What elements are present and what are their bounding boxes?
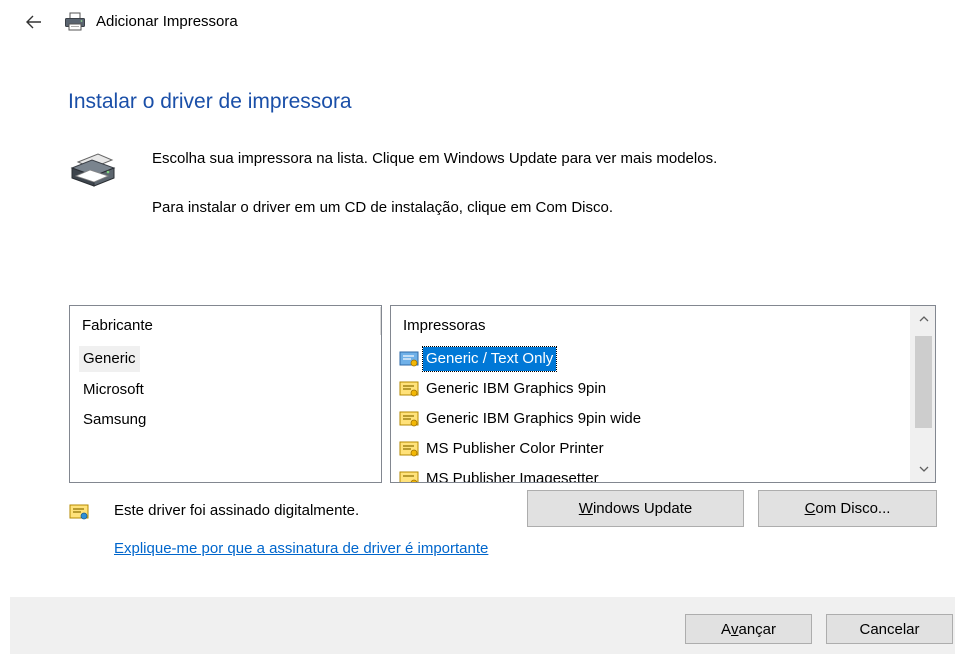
column-divider — [380, 307, 381, 335]
manufacturer-column-header[interactable]: Fabricante — [82, 317, 153, 334]
windows-update-button[interactable]: Windows Update — [527, 490, 744, 527]
printer-item-ms-publisher-color[interactable]: MS Publisher Color Printer — [399, 436, 607, 462]
printer-item-ibm-9pin[interactable]: Generic IBM Graphics 9pin — [399, 376, 609, 402]
printer-item-label: MS Publisher Imagesetter — [426, 470, 599, 483]
printer-item-ms-publisher-imagesetter[interactable]: MS Publisher Imagesetter — [399, 466, 602, 483]
window-title: Adicionar Impressora — [96, 13, 238, 30]
next-button[interactable]: Av ançar — [685, 614, 812, 644]
title-bar: Adicionar Impressora — [0, 0, 955, 44]
cancel-button[interactable]: Cancelar — [826, 614, 953, 644]
printer-item-label: Generic IBM Graphics 9pin wide — [426, 410, 642, 427]
signed-driver-icon — [399, 381, 419, 397]
back-button[interactable] — [22, 10, 46, 34]
button-label: ançar — [738, 620, 777, 638]
signed-driver-icon — [69, 504, 89, 520]
button-mnemonic: C — [804, 500, 816, 517]
chevron-up-icon — [919, 316, 928, 322]
button-mnemonic: v — [730, 620, 739, 638]
manufacturer-item-samsung[interactable]: Samsung — [79, 407, 150, 433]
manufacturer-item-generic[interactable]: Generic — [79, 346, 140, 372]
driver-signing-info-link[interactable]: Explique-me por que a assinatura de driv… — [114, 540, 488, 557]
scroll-down-button[interactable] — [911, 456, 935, 482]
printer-item-label: Generic / Text Only — [421, 346, 558, 372]
printer-column-header[interactable]: Impressoras — [403, 317, 486, 334]
instruction-text: Escolha sua impressora na lista. Clique … — [152, 150, 718, 167]
driver-signed-status: Este driver foi assinado digitalmente. — [114, 502, 360, 519]
manufacturer-list[interactable]: Fabricante Generic Microsoft Samsung — [69, 305, 382, 483]
scroll-up-button[interactable] — [911, 306, 935, 332]
button-label: om Disco... — [815, 500, 891, 517]
printer-item-label: MS Publisher Color Printer — [426, 440, 604, 457]
instruction-text-cd: Para instalar o driver em um CD de insta… — [152, 199, 614, 216]
chevron-down-icon — [919, 466, 928, 472]
arrow-left-icon — [26, 15, 41, 29]
signed-driver-icon — [399, 471, 419, 482]
printer-list-scrollbar[interactable] — [910, 306, 935, 482]
dialog-footer — [10, 597, 955, 654]
button-label: indows Update — [592, 500, 693, 517]
signed-driver-icon — [399, 411, 419, 427]
printer-item-label: Generic IBM Graphics 9pin — [426, 380, 607, 397]
signed-driver-icon — [399, 441, 419, 457]
printer-list[interactable]: Impressoras Generic / Text Only Generic … — [390, 305, 936, 483]
button-mnemonic: W — [578, 500, 593, 517]
printer-item-generic-text-only[interactable]: Generic / Text Only — [399, 346, 558, 372]
printer-icon — [65, 12, 85, 31]
printer-item-ibm-9pin-wide[interactable]: Generic IBM Graphics 9pin wide — [399, 406, 644, 432]
manufacturer-item-microsoft[interactable]: Microsoft — [79, 377, 148, 403]
scroll-thumb[interactable] — [915, 336, 932, 428]
page-title: Instalar o driver de impressora — [68, 90, 352, 113]
button-label: A — [720, 620, 731, 638]
printer-icon — [70, 153, 116, 187]
signed-driver-icon — [399, 351, 419, 367]
have-disk-button[interactable]: Com Disco... — [758, 490, 937, 527]
